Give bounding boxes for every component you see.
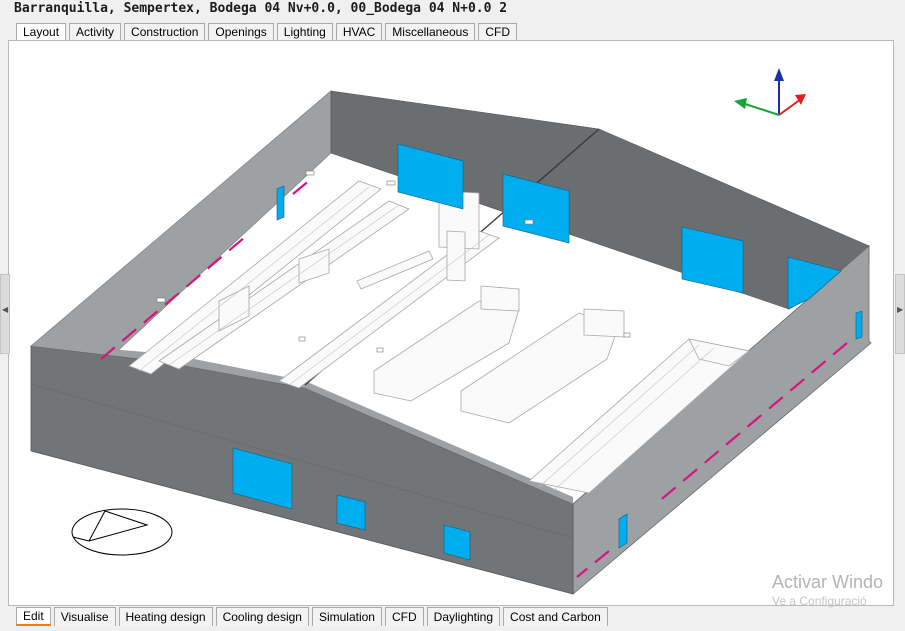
tab-simulation[interactable]: Simulation — [311, 607, 382, 626]
tab-heating-design[interactable]: Heating design — [118, 607, 213, 626]
3d-model-viewport[interactable] — [8, 40, 894, 606]
activation-watermark-subtitle: Ve a Configuració — [772, 594, 867, 608]
tab-visualise[interactable]: Visualise — [53, 607, 116, 626]
tab-hvac[interactable]: HVAC — [335, 23, 383, 41]
tab-layout[interactable]: Layout — [16, 23, 67, 41]
tab-cfd[interactable]: CFD — [478, 23, 518, 41]
top-tab-bar: Layout Activity Construction Openings Li… — [16, 22, 520, 41]
right-panel-handle[interactable]: ▶ — [895, 274, 905, 354]
activation-watermark: Activar Windo — [772, 572, 884, 592]
xyz-axes-icon[interactable] — [734, 68, 806, 116]
tab-edit[interactable]: Edit — [16, 607, 51, 626]
tab-lighting[interactable]: Lighting — [276, 23, 333, 41]
window-title-bar: Barranquilla, Sempertex, Bodega 04 Nv+0.… — [0, 0, 905, 20]
tab-cooling-design[interactable]: Cooling design — [215, 607, 309, 626]
compass-ellipse-icon[interactable] — [71, 508, 173, 556]
tab-openings[interactable]: Openings — [208, 23, 274, 41]
tab-construction[interactable]: Construction — [124, 23, 206, 41]
tab-cost-and-carbon[interactable]: Cost and Carbon — [503, 607, 608, 626]
bottom-tab-bar: Edit Visualise Heating design Cooling de… — [16, 606, 611, 626]
left-panel-handle[interactable]: ◀ — [0, 274, 10, 354]
chevron-right-icon: ▶ — [897, 305, 904, 314]
chevron-left-icon: ◀ — [2, 305, 9, 314]
tab-activity[interactable]: Activity — [69, 23, 122, 41]
tab-miscellaneous[interactable]: Miscellaneous — [385, 23, 476, 41]
tab-daylighting[interactable]: Daylighting — [426, 607, 501, 626]
window-title: Barranquilla, Sempertex, Bodega 04 Nv+0.… — [14, 1, 508, 16]
tab-cfd-bottom[interactable]: CFD — [384, 607, 424, 626]
